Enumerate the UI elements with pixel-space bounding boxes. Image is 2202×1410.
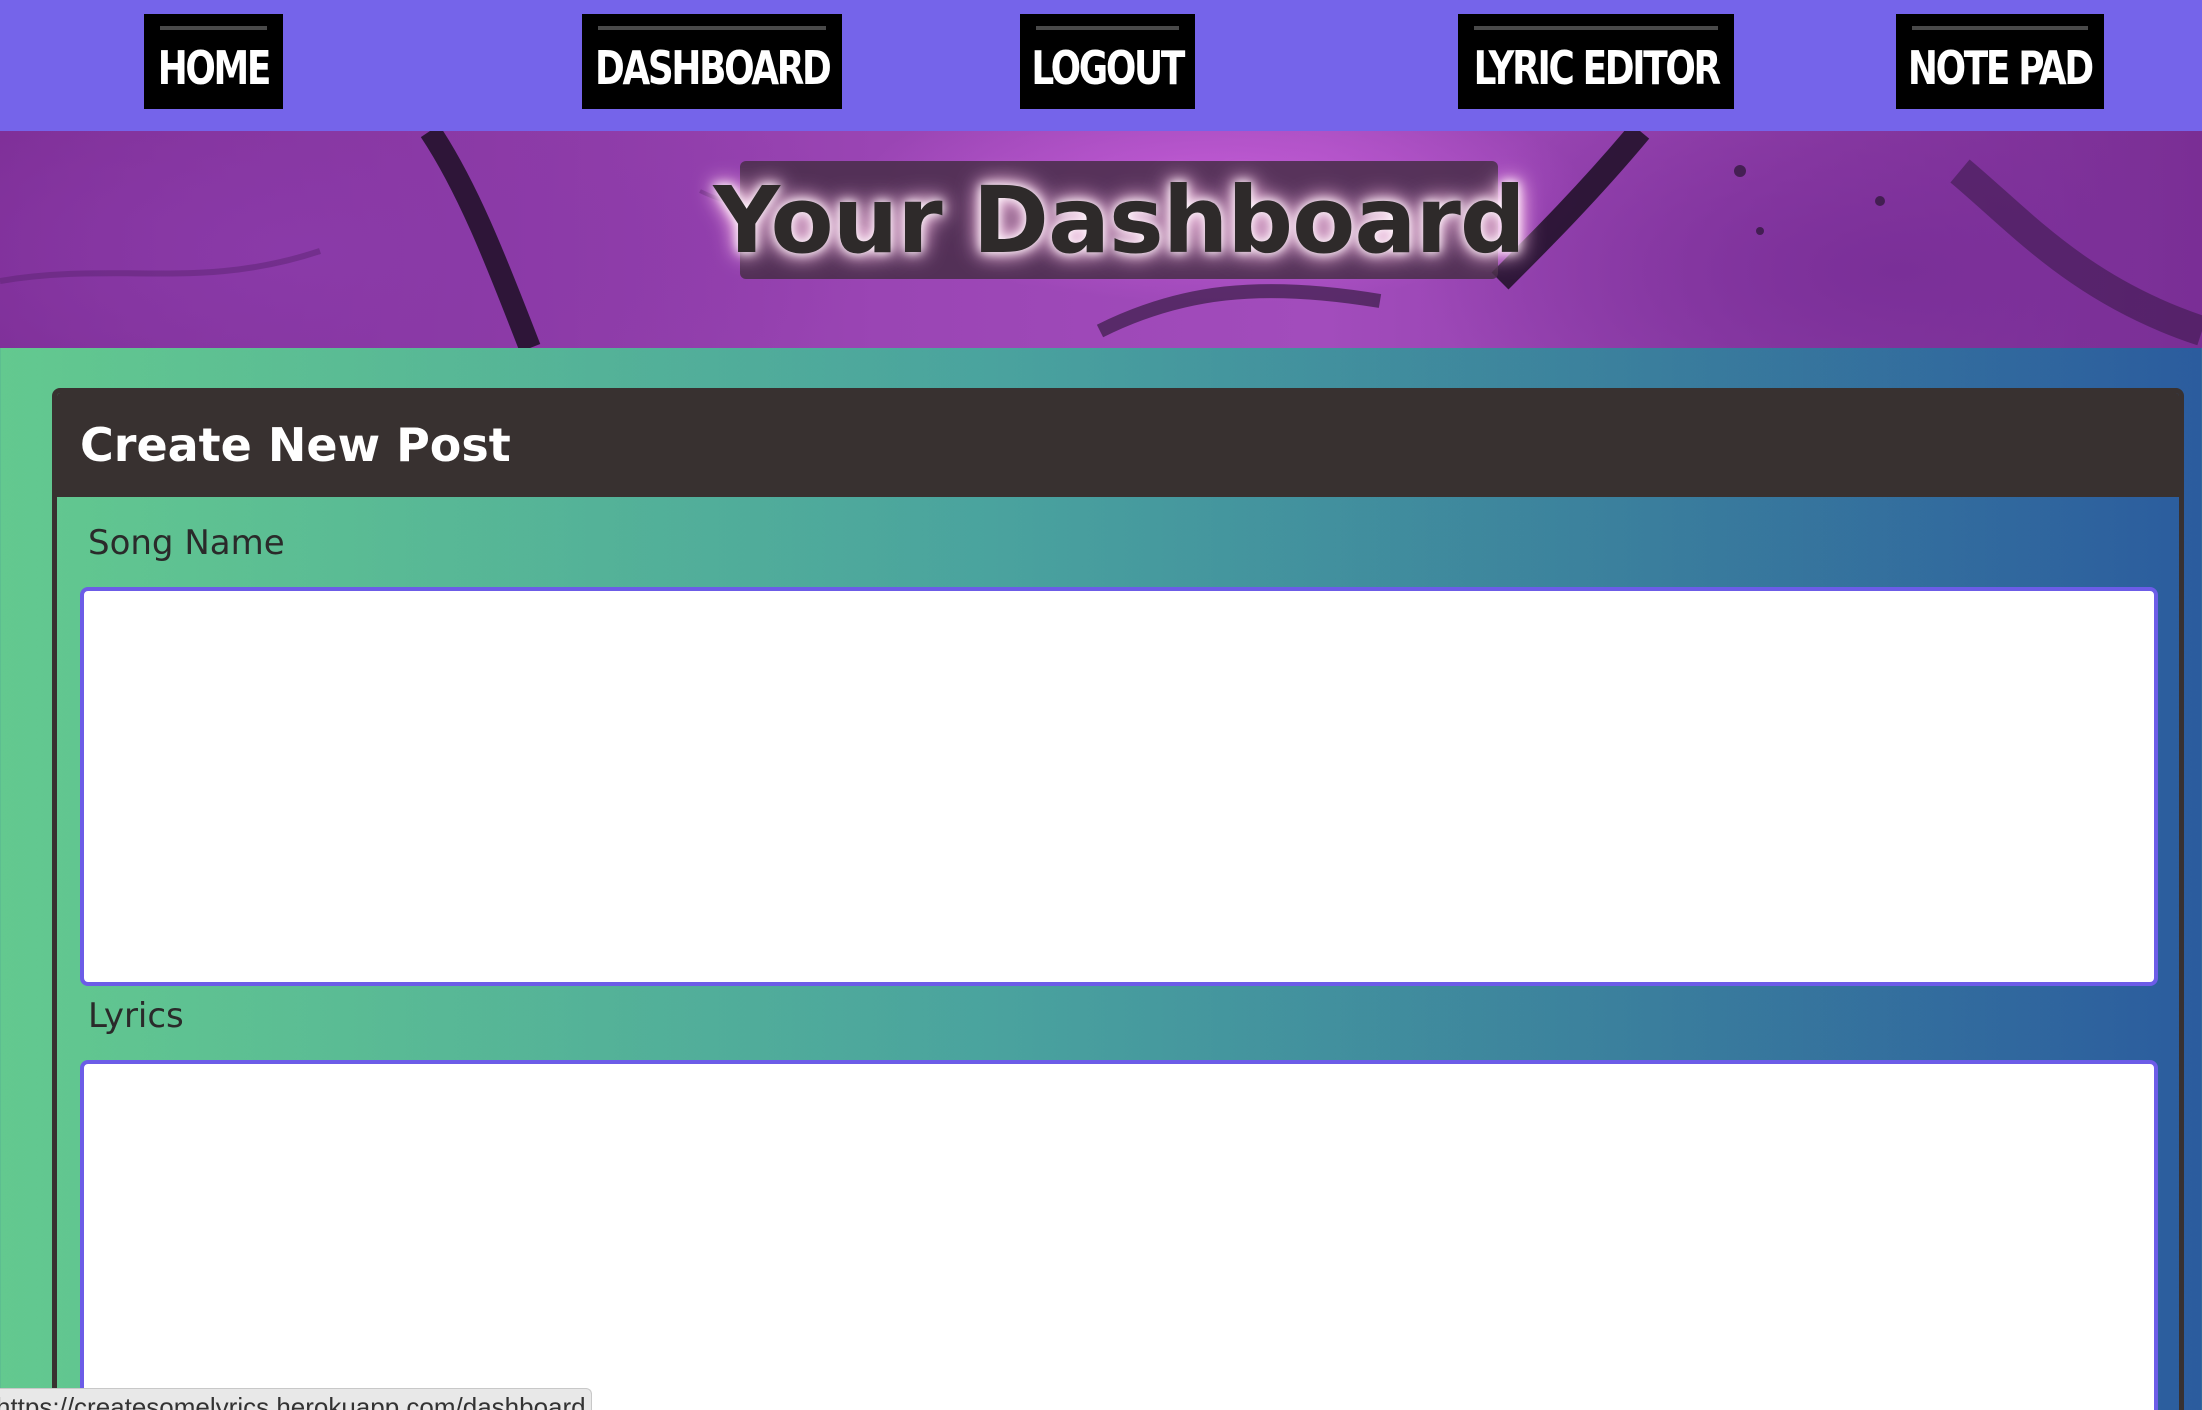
nav-lyric-editor-button[interactable]: LYRIC EDITOR	[1458, 14, 1734, 109]
status-url: https://createsomelyrics.herokuapp.com/d…	[0, 1392, 586, 1410]
nav-note-pad-label: NOTE PAD	[1908, 40, 2094, 95]
nav-home-label: HOME	[157, 40, 272, 95]
nav-dashboard-button[interactable]: DASHBOARD	[582, 14, 842, 109]
lyrics-label: Lyrics	[88, 996, 184, 1036]
card-title: Create New Post	[80, 418, 511, 472]
hero-banner: Your Dashboard	[0, 131, 2202, 348]
nav-lyric-editor-label: LYRIC EDITOR	[1473, 40, 1721, 95]
hero-title-box: Your Dashboard	[713, 161, 1526, 279]
song-name-label: Song Name	[88, 523, 285, 563]
nav-note-pad-button[interactable]: NOTE PAD	[1896, 14, 2104, 109]
nav-home-button[interactable]: HOME	[144, 14, 283, 109]
top-nav: HOME DASHBOARD LOGOUT LYRIC EDITOR NOTE …	[0, 0, 2202, 131]
create-post-card: Create New Post Song Name Lyrics	[52, 388, 2184, 1410]
link-status-bar: https://createsomelyrics.herokuapp.com/d…	[0, 1388, 592, 1410]
song-name-input[interactable]	[80, 587, 2158, 986]
card-header: Create New Post	[57, 393, 2179, 497]
nav-logout-button[interactable]: LOGOUT	[1020, 14, 1195, 109]
nav-dashboard-label: DASHBOARD	[594, 40, 832, 95]
nav-logout-label: LOGOUT	[1031, 40, 1186, 95]
lyrics-input[interactable]	[80, 1060, 2158, 1410]
page-title: Your Dashboard	[713, 166, 1525, 274]
